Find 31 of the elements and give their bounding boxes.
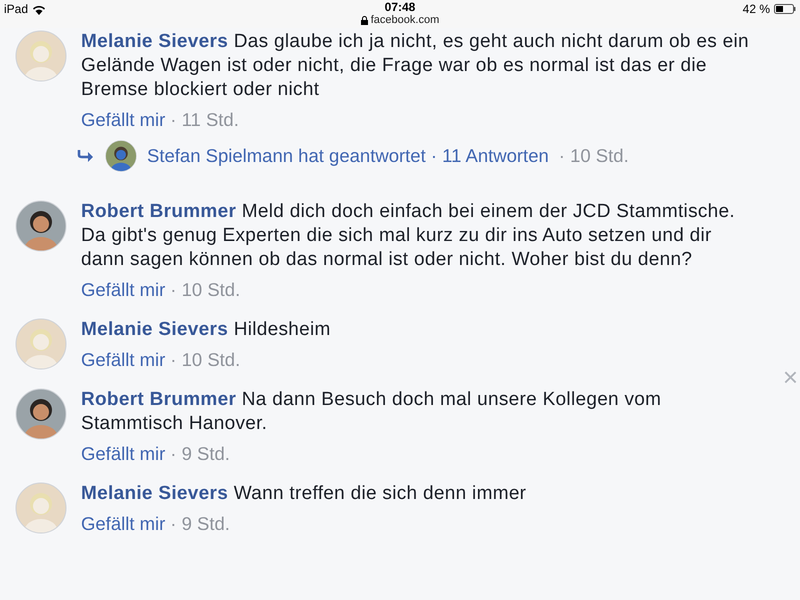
comment-text: Melanie Sievers Wann treffen die sich denn immer	[81, 482, 528, 506]
avatar-icon	[105, 140, 137, 172]
replies-link[interactable]: Stefan Spielmann hat geantwortet · 11 Antworten	[147, 145, 549, 167]
comment-text: Melanie Sievers Das glaube ich ja nicht, es geht auch nicht darum ob es ein Gelände Wagen ist oder nicht, die Frage war ob es normal ist das er die Bremse blockiert oder nicht	[81, 30, 750, 102]
author-link[interactable]: Robert Brummer	[81, 389, 236, 410]
comment-time: · 9 Std.	[170, 442, 230, 466]
author-link[interactable]: Melanie Sievers	[81, 483, 228, 504]
author-link[interactable]: Robert Brummer	[81, 201, 236, 222]
comment-time: · 11 Std.	[170, 108, 239, 132]
like-link[interactable]: Gefällt mir	[81, 108, 166, 132]
comment-time: · 10 Std.	[170, 278, 240, 302]
comment-text: Melanie Sievers Hildesheim	[81, 318, 332, 342]
like-link[interactable]: Gefällt mir	[81, 348, 166, 372]
author-link[interactable]: Melanie Sievers	[81, 31, 228, 52]
wifi-icon	[32, 4, 46, 14]
like-link[interactable]: Gefällt mir	[81, 278, 166, 302]
comment-text: Robert Brummer Meld dich doch einfach bei einem der JCD Stammtische. Da gibt's genug Experten die sich mal kurz zu dir ins Auto setzen und dir dann sagen können ob das normal ist oder nicht. Woher bist du denn?	[81, 200, 736, 272]
author-link[interactable]: Melanie Sievers	[81, 319, 228, 340]
like-link[interactable]: Gefällt mir	[81, 512, 166, 536]
url-text[interactable]: facebook.com	[370, 14, 440, 27]
like-link[interactable]: Gefällt mir	[81, 442, 166, 466]
device-name: iPad	[4, 2, 28, 16]
comment-text: Robert Brummer Na dann Besuch doch mal unsere Kollegen vom Stammtisch Hanover.	[81, 388, 662, 436]
battery-icon	[774, 4, 796, 14]
battery-percent: 42 %	[742, 2, 770, 16]
reply-arrow-icon	[77, 149, 95, 163]
comment-time: · 9 Std.	[170, 512, 230, 536]
comment-time: · 10 Std.	[170, 348, 240, 372]
lock-icon	[360, 16, 368, 25]
clock: 07:48	[384, 1, 416, 14]
reply-time: · 10 Std.	[558, 145, 629, 167]
